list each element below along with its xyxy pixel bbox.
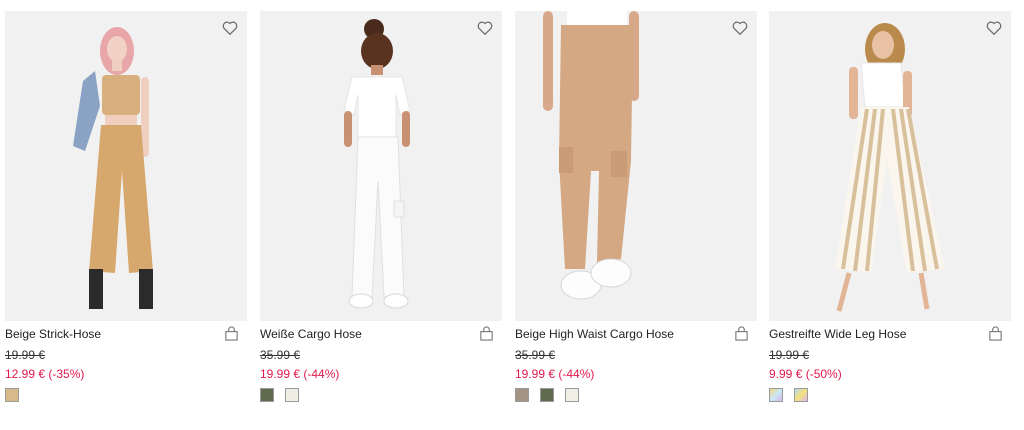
color-swatch-beige[interactable] — [5, 388, 19, 402]
model-photo — [260, 11, 502, 321]
product-title[interactable]: Beige High Waist Cargo Hose — [515, 327, 674, 341]
shopping-bag-icon[interactable] — [224, 326, 239, 341]
color-swatch-multicolor[interactable] — [794, 388, 808, 402]
product-card[interactable]: Beige Strick-Hose 19.99 € 12.99 € (-35%) — [5, 11, 247, 411]
product-grid: Beige Strick-Hose 19.99 € 12.99 € (-35%) — [5, 11, 1011, 421]
heart-icon[interactable] — [731, 19, 749, 37]
color-swatch-multicolor[interactable] — [769, 388, 783, 402]
original-price: 35.99 € — [260, 348, 301, 362]
product-title[interactable]: Weiße Cargo Hose — [260, 327, 362, 341]
product-card[interactable]: Gestreifte Wide Leg Hose 19.99 € 9.99 € … — [769, 11, 1011, 411]
product-card[interactable]: Weiße Cargo Hose 35.99 € 19.99 € (-44%) — [260, 11, 502, 411]
model-photo — [5, 11, 247, 321]
color-swatch-taupe[interactable] — [515, 388, 529, 402]
color-swatch-cream[interactable] — [565, 388, 579, 402]
color-swatch-cream[interactable] — [285, 388, 299, 402]
original-price: 35.99 € — [515, 348, 556, 362]
original-price: 19.99 € — [769, 348, 810, 362]
sale-price: 9.99 € (-50%) — [769, 367, 842, 381]
sale-price: 12.99 € (-35%) — [5, 367, 85, 381]
product-image[interactable] — [5, 11, 247, 321]
sale-price: 19.99 € (-44%) — [515, 367, 595, 381]
color-swatch-olive[interactable] — [540, 388, 554, 402]
shopping-bag-icon[interactable] — [479, 326, 494, 341]
product-title[interactable]: Gestreifte Wide Leg Hose — [769, 327, 906, 341]
model-photo — [769, 11, 1011, 321]
sale-price: 19.99 € (-44%) — [260, 367, 340, 381]
product-image[interactable] — [515, 11, 757, 321]
product-title[interactable]: Beige Strick-Hose — [5, 327, 101, 341]
model-photo — [515, 11, 757, 321]
shopping-bag-icon[interactable] — [734, 326, 749, 341]
heart-icon[interactable] — [985, 19, 1003, 37]
color-swatch-olive[interactable] — [260, 388, 274, 402]
shopping-bag-icon[interactable] — [988, 326, 1003, 341]
heart-icon[interactable] — [221, 19, 239, 37]
product-card[interactable]: Beige High Waist Cargo Hose 35.99 € 19.9… — [515, 11, 757, 411]
heart-icon[interactable] — [476, 19, 494, 37]
original-price: 19.99 € — [5, 348, 46, 362]
product-image[interactable] — [260, 11, 502, 321]
product-image[interactable] — [769, 11, 1011, 321]
